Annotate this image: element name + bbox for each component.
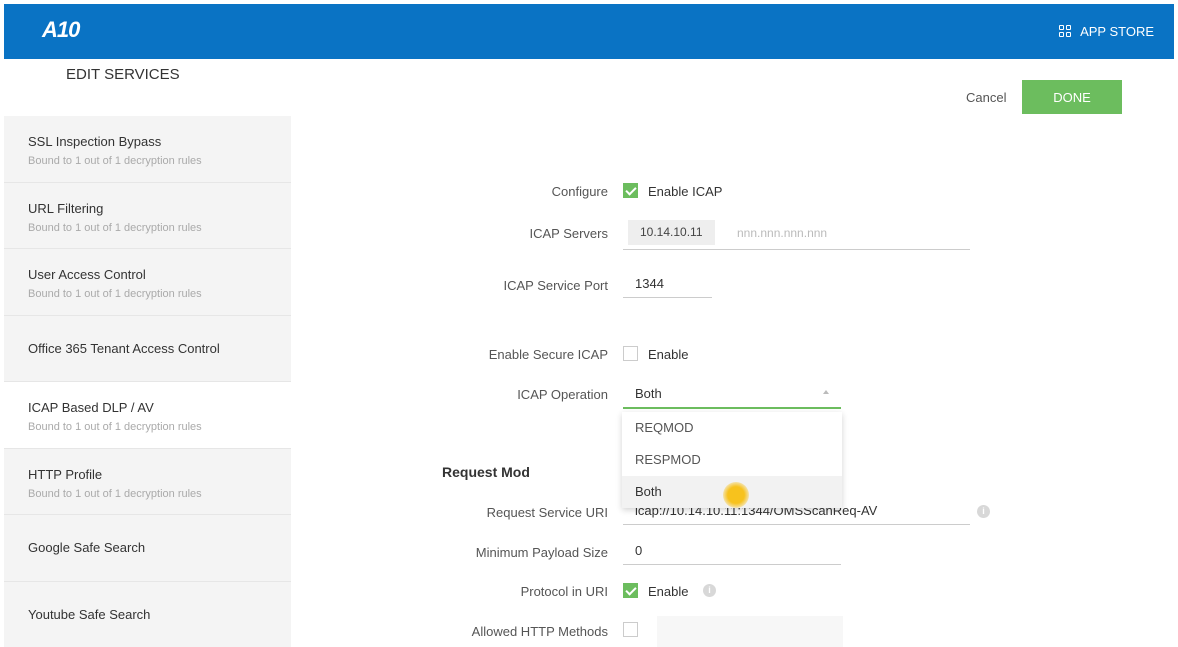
icap-port-label: ICAP Service Port bbox=[503, 278, 608, 293]
sidebar-item-label: User Access Control bbox=[28, 267, 146, 282]
sidebar-item-ssl-inspection-bypass[interactable]: SSL Inspection Bypass Bound to 1 out of … bbox=[4, 116, 291, 183]
protocol-uri-checkbox[interactable] bbox=[623, 583, 638, 598]
sidebar-item-user-access-control[interactable]: User Access Control Bound to 1 out of 1 … bbox=[4, 249, 291, 316]
min-payload-input[interactable]: 0 bbox=[623, 539, 841, 565]
info-icon[interactable]: i bbox=[703, 584, 716, 597]
grid-icon bbox=[1059, 25, 1072, 38]
request-mod-heading: Request Mod bbox=[442, 464, 530, 480]
done-button[interactable]: DONE bbox=[1022, 80, 1122, 114]
icap-operation-value: Both bbox=[635, 386, 662, 401]
sidebar-item-icap-dlp-av[interactable]: ICAP Based DLP / AV Bound to 1 out of 1 … bbox=[4, 382, 291, 449]
icap-operation-select[interactable]: Both bbox=[623, 380, 841, 409]
configure-label: Configure bbox=[551, 184, 608, 199]
enable-icap-label: Enable ICAP bbox=[648, 184, 723, 199]
dropdown-option-reqmod[interactable]: REQMOD bbox=[622, 412, 842, 444]
request-uri-label: Request Service URI bbox=[486, 505, 608, 520]
sidebar-item-subtitle: Bound to 1 out of 1 decryption rules bbox=[28, 487, 202, 500]
sidebar-item-label: ICAP Based DLP / AV bbox=[28, 400, 154, 415]
sidebar-item-google-safe-search[interactable]: Google Safe Search bbox=[4, 515, 291, 582]
dropdown-option-respmod[interactable]: RESPMOD bbox=[622, 444, 842, 476]
sidebar-item-label: HTTP Profile bbox=[28, 466, 103, 482]
service-sidebar: SSL Inspection Bypass Bound to 1 out of … bbox=[4, 116, 291, 647]
sidebar-item-label: URL Filtering bbox=[28, 200, 104, 216]
secure-icap-option-label: Enable bbox=[648, 347, 689, 362]
app-store-button[interactable]: APP STORE bbox=[1059, 24, 1154, 39]
allowed-methods-label: Allowed HTTP Methods bbox=[471, 624, 608, 639]
icap-server-tag[interactable]: 10.14.10.11 bbox=[628, 220, 715, 245]
sidebar-item-label: Office 365 Tenant Access Control bbox=[28, 340, 220, 356]
protocol-uri-label: Protocol in URI bbox=[520, 584, 608, 599]
sidebar-item-subtitle: Bound to 1 out of 1 decryption rules bbox=[28, 421, 202, 433]
sidebar-item-http-profile[interactable]: HTTP Profile Bound to 1 out of 1 decrypt… bbox=[4, 448, 291, 515]
icap-servers-label: ICAP Servers bbox=[529, 226, 608, 241]
a10-logo[interactable]: A10 bbox=[42, 17, 80, 43]
sidebar-item-url-filtering[interactable]: URL Filtering Bound to 1 out of 1 decryp… bbox=[4, 182, 291, 249]
icap-operation-label: ICAP Operation bbox=[517, 387, 608, 402]
top-bar: A10 APP STORE bbox=[4, 4, 1174, 59]
secure-icap-checkbox[interactable] bbox=[623, 346, 638, 361]
caret-up-icon bbox=[823, 390, 829, 394]
sidebar-item-subtitle: Bound to 1 out of 1 decryption rules bbox=[28, 288, 202, 300]
cursor-highlight-icon bbox=[723, 482, 749, 508]
icap-server-placeholder: nnn.nnn.nnn.nnn bbox=[737, 226, 828, 240]
sidebar-item-label: Youtube Safe Search bbox=[28, 606, 151, 622]
sidebar-item-label: Google Safe Search bbox=[28, 540, 146, 556]
sidebar-item-office365-tenant[interactable]: Office 365 Tenant Access Control bbox=[4, 315, 291, 382]
protocol-uri-option-label: Enable bbox=[648, 584, 689, 599]
enable-icap-checkbox[interactable] bbox=[623, 183, 638, 198]
app-store-label: APP STORE bbox=[1080, 24, 1154, 39]
sidebar-item-subtitle: Bound to 1 out of 1 decryption rules bbox=[28, 221, 202, 234]
sidebar-item-label: SSL Inspection Bypass bbox=[28, 134, 162, 149]
secure-icap-label: Enable Secure ICAP bbox=[488, 347, 608, 362]
min-payload-label: Minimum Payload Size bbox=[475, 545, 608, 560]
page-title: EDIT SERVICES bbox=[66, 66, 180, 83]
sidebar-item-subtitle: Bound to 1 out of 1 decryption rules bbox=[28, 155, 202, 167]
allowed-methods-checkbox[interactable] bbox=[623, 622, 638, 637]
cancel-button[interactable]: Cancel bbox=[966, 90, 1006, 105]
icap-port-input[interactable]: 1344 bbox=[623, 272, 712, 298]
sidebar-item-youtube-safe-search[interactable]: Youtube Safe Search bbox=[4, 581, 291, 647]
info-icon[interactable]: i bbox=[977, 505, 990, 518]
allowed-methods-input[interactable] bbox=[657, 616, 843, 647]
